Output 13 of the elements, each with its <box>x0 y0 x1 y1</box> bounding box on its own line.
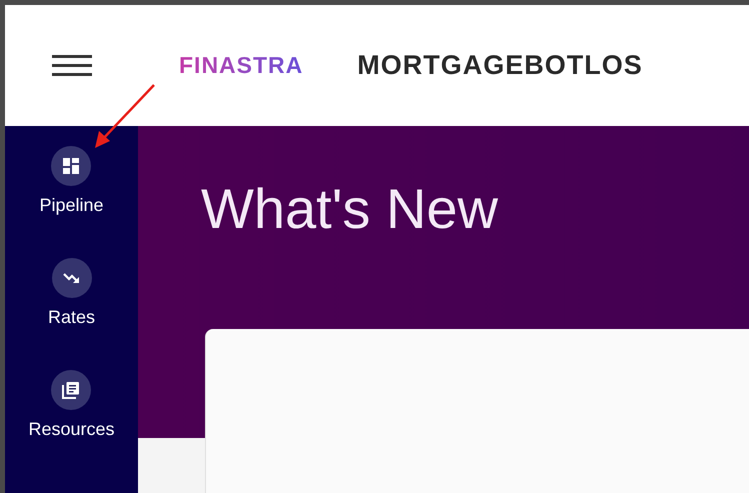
sidebar-label: Rates <box>48 306 96 329</box>
sidebar-item[interactable]: Resources <box>28 370 115 443</box>
menu-icon[interactable] <box>52 55 92 76</box>
page-heading: What's New <box>201 181 499 237</box>
annotation-arrow <box>93 83 157 150</box>
trending-down-icon <box>62 271 80 285</box>
app-title: MORTGAGEBOTLOS <box>357 49 643 82</box>
library-icon <box>62 381 80 399</box>
sidebar-item[interactable]: Pipeline <box>39 146 104 219</box>
dashboard-icon <box>62 157 80 175</box>
sidebar-label: Resources <box>28 418 115 441</box>
sidebar-label: Pipeline <box>39 194 104 217</box>
sidebar-item[interactable]: Rates <box>48 258 96 331</box>
